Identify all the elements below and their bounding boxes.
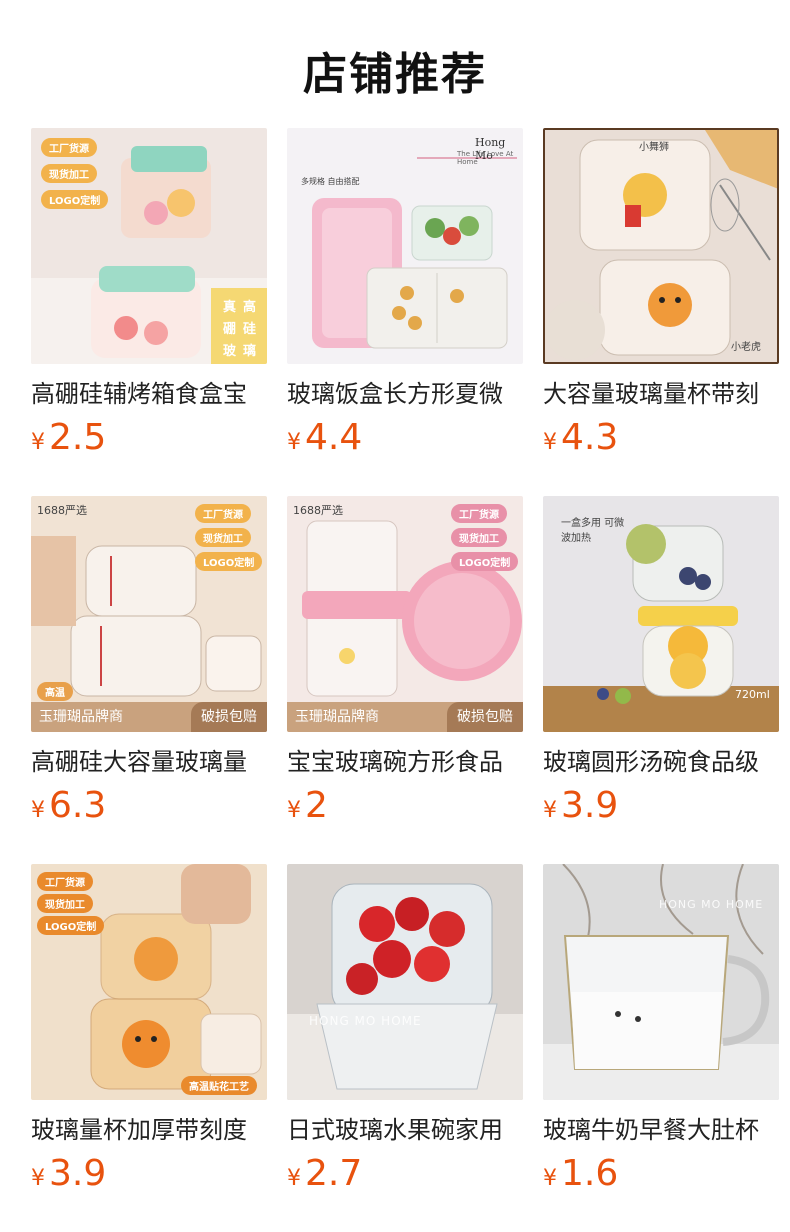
image-watermark: HONG MO HOME xyxy=(309,1014,422,1028)
product-price: ¥2.7 xyxy=(287,1154,523,1194)
image-tag: 工厂货源 xyxy=(37,872,93,891)
product-price: ¥1.6 xyxy=(543,1154,779,1194)
product-name[interactable]: 宝宝玻璃碗方形食品 xyxy=(287,746,523,778)
image-tag: 现货加工 xyxy=(451,528,507,547)
product-card[interactable]: 一盒多用 可微波加热 720ml 玻璃圆形汤碗食品级 ¥3.9 xyxy=(543,496,779,826)
product-price: ¥4.3 xyxy=(543,418,779,458)
image-side-text: 硼 xyxy=(223,322,237,337)
image-small-text: 多规格 自由搭配 xyxy=(301,177,360,186)
price-value: 6.3 xyxy=(49,785,107,826)
image-badge: 高温贴花工艺 xyxy=(181,1076,257,1095)
currency-symbol: ¥ xyxy=(31,430,45,455)
image-volume: 720ml xyxy=(735,688,770,701)
price-value: 2.5 xyxy=(49,417,107,458)
product-name[interactable]: 玻璃圆形汤碗食品级 xyxy=(543,746,779,778)
price-value: 4.4 xyxy=(305,417,363,458)
image-badge: 高温 xyxy=(37,682,73,701)
currency-symbol: ¥ xyxy=(287,798,301,823)
image-side-text: 真 xyxy=(223,300,237,315)
product-image[interactable]: Hong Mo The Life Love At Home 多规格 自由搭配 xyxy=(287,128,523,364)
product-name[interactable]: 玻璃饭盒长方形夏微 xyxy=(287,378,523,410)
product-name[interactable]: 玻璃量杯加厚带刻度 xyxy=(31,1114,267,1146)
product-card[interactable]: 工厂货源 现货加工 LOGO定制 高温贴花工艺 玻璃量杯加厚带刻度 ¥3.9 xyxy=(31,864,267,1194)
product-image[interactable]: 小舞狮 小老虎 xyxy=(543,128,779,364)
product-price: ¥2 xyxy=(287,786,523,826)
image-label: 小老虎 xyxy=(731,342,761,353)
image-banner-left: 玉珊瑚品牌商 xyxy=(295,709,379,725)
product-name[interactable]: 玻璃牛奶早餐大肚杯 xyxy=(543,1114,779,1146)
image-tag: 现货加工 xyxy=(37,894,93,913)
image-side-text: 璃 xyxy=(243,344,257,359)
image-banner-left: 玉珊瑚品牌商 xyxy=(39,709,123,725)
image-tag: LOGO定制 xyxy=(195,552,263,571)
product-card[interactable]: 1688严选 工厂货源 现货加工 LOGO定制 玉珊瑚品牌商 破损包赔 宝宝玻璃… xyxy=(287,496,523,826)
price-value: 3.9 xyxy=(49,1153,107,1194)
product-price: ¥3.9 xyxy=(31,1154,267,1194)
product-card[interactable]: HONG MO HOME 日式玻璃水果碗家用 ¥2.7 xyxy=(287,864,523,1194)
image-tag: LOGO定制 xyxy=(37,916,105,935)
product-name[interactable]: 高硼硅辅烤箱食盒宝 xyxy=(31,378,267,410)
currency-symbol: ¥ xyxy=(543,798,557,823)
product-name[interactable]: 大容量玻璃量杯带刻 xyxy=(543,378,779,410)
image-banner-right: 破损包赔 xyxy=(191,702,267,732)
image-banner: 玉珊瑚品牌商 破损包赔 xyxy=(31,702,267,732)
product-card[interactable]: 1688严选 工厂货源 现货加工 LOGO定制 高温 玉珊瑚品牌商 破损包赔 高… xyxy=(31,496,267,826)
image-label: 小舞狮 xyxy=(639,142,669,153)
product-image[interactable]: 1688严选 工厂货源 现货加工 LOGO定制 高温 玉珊瑚品牌商 破损包赔 xyxy=(31,496,267,732)
product-image[interactable]: 1688严选 工厂货源 现货加工 LOGO定制 玉珊瑚品牌商 破损包赔 xyxy=(287,496,523,732)
image-tag: LOGO定制 xyxy=(41,190,109,209)
product-image[interactable]: HONG MO HOME xyxy=(543,864,779,1100)
product-price: ¥3.9 xyxy=(543,786,779,826)
product-price: ¥6.3 xyxy=(31,786,267,826)
image-tag: LOGO定制 xyxy=(451,552,519,571)
currency-symbol: ¥ xyxy=(287,1166,301,1191)
price-value: 1.6 xyxy=(561,1153,619,1194)
image-side-text: 硅 xyxy=(243,322,257,337)
product-image[interactable]: 一盒多用 可微波加热 720ml xyxy=(543,496,779,732)
price-value: 2 xyxy=(305,785,328,826)
currency-symbol: ¥ xyxy=(31,1166,45,1191)
image-banner-right: 破损包赔 xyxy=(447,702,523,732)
price-value: 2.7 xyxy=(305,1153,363,1194)
product-price: ¥4.4 xyxy=(287,418,523,458)
product-grid: 工厂货源 现货加工 LOGO定制 真 高 硼 硅 玻 璃 高硼硅辅烤箱食盒宝 ¥… xyxy=(31,128,781,1228)
image-tag: 工厂货源 xyxy=(41,138,97,157)
image-subtitle: The Life Love At Home xyxy=(457,150,514,166)
image-tag: 工厂货源 xyxy=(195,504,251,523)
product-image[interactable]: 工厂货源 现货加工 LOGO定制 高温贴花工艺 xyxy=(31,864,267,1100)
image-corner-text: 1688严选 xyxy=(293,504,343,517)
image-side-text: 高 xyxy=(243,300,257,315)
price-value: 4.3 xyxy=(561,417,619,458)
image-tag: 现货加工 xyxy=(195,528,251,547)
image-bubble: 一盒多用 可微波加热 xyxy=(561,518,625,544)
image-corner-text: 1688严选 xyxy=(37,504,87,517)
price-value: 3.9 xyxy=(561,785,619,826)
page-title: 店铺推荐 xyxy=(303,49,487,100)
currency-symbol: ¥ xyxy=(543,430,557,455)
currency-symbol: ¥ xyxy=(287,430,301,455)
image-tag: 工厂货源 xyxy=(451,504,507,523)
product-image[interactable]: HONG MO HOME xyxy=(287,864,523,1100)
product-price: ¥2.5 xyxy=(31,418,267,458)
product-image[interactable]: 工厂货源 现货加工 LOGO定制 真 高 硼 硅 玻 璃 xyxy=(31,128,267,364)
product-card[interactable]: HONG MO HOME 玻璃牛奶早餐大肚杯 ¥1.6 xyxy=(543,864,779,1194)
product-card[interactable]: 工厂货源 现货加工 LOGO定制 真 高 硼 硅 玻 璃 高硼硅辅烤箱食盒宝 ¥… xyxy=(31,128,267,458)
image-watermark: HONG MO HOME xyxy=(659,898,764,911)
currency-symbol: ¥ xyxy=(543,1166,557,1191)
product-card[interactable]: Hong Mo The Life Love At Home 多规格 自由搭配 玻… xyxy=(287,128,523,458)
currency-symbol: ¥ xyxy=(31,798,45,823)
image-tag: 现货加工 xyxy=(41,164,97,183)
product-name[interactable]: 高硼硅大容量玻璃量 xyxy=(31,746,267,778)
image-banner: 玉珊瑚品牌商 破损包赔 xyxy=(287,702,523,732)
product-name[interactable]: 日式玻璃水果碗家用 xyxy=(287,1114,523,1146)
product-card[interactable]: 小舞狮 小老虎 大容量玻璃量杯带刻 ¥4.3 xyxy=(543,128,779,458)
image-side-text: 玻 xyxy=(223,344,237,359)
